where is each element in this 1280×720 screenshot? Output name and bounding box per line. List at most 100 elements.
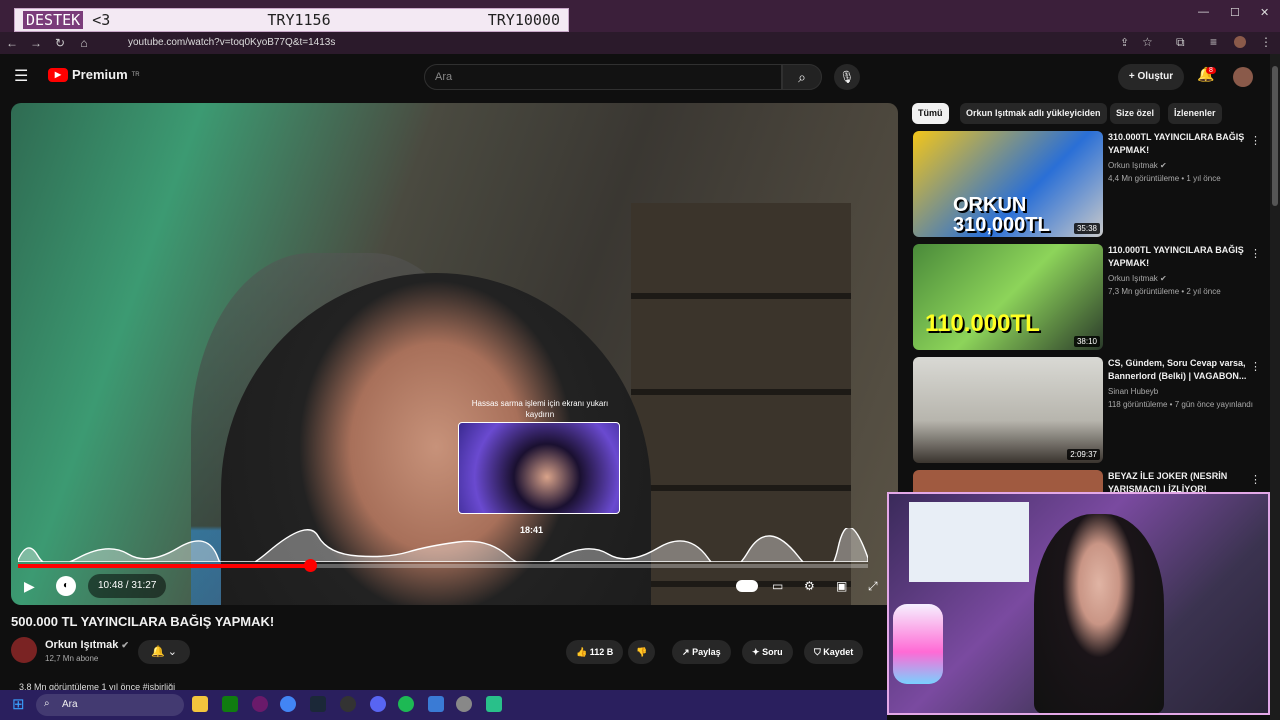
bookmark-star-icon[interactable]: ☆ [1142, 35, 1153, 49]
home-icon[interactable]: ⌂ [72, 36, 96, 50]
video-duration: 38:10 [1073, 336, 1100, 347]
related-video-title[interactable]: 110.000TL YAYINCILARA BAĞIŞ YAPMAK! [1108, 244, 1248, 270]
chevron-down-icon: ⌄ [167, 646, 177, 658]
seek-hint-text: Hassas sarma işlemi için ekranı yukarı k… [471, 399, 609, 419]
banner-goal: TRY10000 [487, 11, 560, 29]
app-icon[interactable] [428, 696, 444, 712]
spotify-icon[interactable] [398, 696, 414, 712]
scrollbar-thumb[interactable] [1272, 66, 1278, 206]
share-button[interactable]: ↗ Paylaş [672, 640, 731, 664]
related-video-title[interactable]: CS, Gündem, Soru Cevap varsa, Bannerlord… [1108, 357, 1248, 383]
related-video-thumbnail[interactable]: ORKUN 310,000TL 35:38 [913, 131, 1103, 237]
ask-button[interactable]: ✦ Soru [742, 640, 793, 664]
maximize-icon[interactable]: ☐ [1230, 6, 1240, 19]
related-video-channel[interactable]: Orkun Işıtmak ✔ [1108, 159, 1258, 172]
channel-text: Orkun Işıtmak [1108, 274, 1158, 283]
taskbar-search[interactable]: ⌕ Ara [36, 694, 184, 716]
settings-gear-icon[interactable]: ⚙ [804, 579, 815, 593]
channel-avatar[interactable] [11, 637, 37, 663]
video-duration: 2:09:37 [1067, 449, 1100, 460]
forward-icon[interactable]: → [24, 36, 48, 50]
browser-menu-icon[interactable]: ⋮ [1260, 35, 1272, 49]
settings-icon[interactable] [456, 696, 472, 712]
close-icon[interactable]: ✕ [1260, 6, 1269, 19]
youtube-play-logo-icon: ▶ [48, 67, 68, 82]
theater-mode-icon[interactable]: ▣ [836, 579, 847, 593]
more-options-icon[interactable]: ⋮ [1250, 360, 1261, 373]
webcam-background-monitor [909, 502, 1029, 582]
like-button[interactable]: 👍 112 B [566, 640, 624, 664]
thumbnail-text: 110.000TL [925, 310, 1040, 337]
verified-icon: ✔ [1160, 274, 1167, 283]
video-title: 500.000 TL YAYINCILARA BAĞIŞ YAPMAK! [11, 614, 275, 629]
related-video-thumbnail[interactable] [913, 470, 1103, 492]
more-options-icon[interactable]: ⋮ [1250, 473, 1261, 486]
logo-text: Premium [72, 67, 128, 82]
profile-icon[interactable] [1234, 36, 1246, 48]
discord-icon[interactable] [370, 696, 386, 712]
more-options-icon[interactable]: ⋮ [1250, 247, 1261, 260]
channel-name-text: Orkun Işıtmak [45, 639, 119, 651]
related-video-thumbnail[interactable]: 110.000TL 38:10 [913, 244, 1103, 350]
ask-label: Soru [762, 647, 783, 657]
search-icon: ⌕ [44, 698, 50, 709]
chip-from-uploader[interactable]: Orkun Işıtmak adlı yükleyiciden [960, 103, 1107, 124]
app-icon[interactable] [486, 696, 502, 712]
webcam-streamer [1034, 514, 1164, 713]
search-button[interactable]: ⌕ [782, 64, 822, 90]
related-video-channel[interactable]: Sinan Hubeyb [1108, 385, 1258, 398]
sparkle-icon: ✦ [752, 647, 760, 657]
subscription-bell-button[interactable]: 🔔 ⌄ [138, 640, 190, 664]
file-explorer-icon[interactable] [192, 696, 208, 712]
minimize-icon[interactable]: — [1198, 6, 1209, 18]
autoplay-toggle[interactable] [736, 580, 758, 592]
account-avatar[interactable] [1233, 67, 1253, 87]
share-label: Paylaş [692, 647, 721, 657]
create-button[interactable]: + Oluştur [1118, 64, 1184, 90]
thumbs-up-icon: 👍 [576, 647, 588, 657]
play-button[interactable]: ▶ [24, 578, 35, 595]
verified-icon: ✔ [1160, 161, 1167, 170]
reload-icon[interactable]: ↻ [48, 36, 72, 50]
search-input[interactable]: Ara [424, 64, 782, 90]
youtube-logo[interactable]: ▶ Premium TR [48, 67, 140, 82]
subtitles-icon[interactable]: ▭ [772, 579, 783, 593]
hamburger-menu-icon[interactable]: ☰ [14, 66, 28, 86]
media-icon[interactable]: ≡ [1210, 35, 1217, 49]
related-video-meta: 4,4 Mn görüntüleme • 1 yıl önce [1108, 174, 1221, 183]
url-field[interactable]: youtube.com/watch?v=toq0KyoB77Q&t=1413s [104, 35, 1104, 51]
app-icon[interactable] [252, 696, 268, 712]
create-label: Oluştur [1137, 71, 1174, 82]
chip-watched[interactable]: İzlenenler [1168, 103, 1222, 124]
address-bar: ← → ↻ ⌂ youtube.com/watch?v=toq0KyoB77Q&… [0, 32, 1280, 54]
chip-for-you[interactable]: Size özel [1110, 103, 1161, 124]
dislike-button[interactable]: 👎 [628, 640, 656, 664]
chrome-icon[interactable] [280, 696, 296, 712]
fullscreen-icon[interactable]: ⤢ [868, 579, 878, 594]
volume-icon[interactable]: ◐ [56, 576, 76, 596]
logo-country: TR [131, 71, 140, 78]
more-options-icon[interactable]: ⋮ [1250, 134, 1261, 147]
taskbar-search-label: Ara [62, 699, 78, 710]
chip-all[interactable]: Tümü [912, 103, 949, 124]
windows-start-icon[interactable]: ⊞ [12, 695, 25, 713]
related-video-thumbnail[interactable]: 2:09:37 [913, 357, 1103, 463]
notification-count-badge: 8 [1206, 67, 1216, 74]
xbox-icon[interactable] [222, 696, 238, 712]
thumbs-down-icon: 👎 [636, 647, 648, 657]
time-display: 10:48 / 31:27 [88, 574, 167, 598]
save-button[interactable]: ⛉ Kaydet [804, 640, 864, 664]
video-duration: 35:38 [1073, 223, 1100, 234]
related-video-title[interactable]: 310.000TL YAYINCILARA BAĞIŞ YAPMAK! [1108, 131, 1248, 157]
related-video-meta: 7,3 Mn görüntüleme • 2 yıl önce [1108, 287, 1221, 296]
progress-played [18, 564, 311, 568]
extensions-icon[interactable]: ⧉ [1176, 35, 1185, 50]
steam-icon[interactable] [310, 696, 326, 712]
related-video-channel[interactable]: Orkun Işıtmak ✔ [1108, 272, 1258, 285]
bookmark-icon: ⛉ [814, 647, 821, 657]
back-icon[interactable]: ← [0, 36, 24, 50]
channel-name[interactable]: Orkun Işıtmak ✔ [45, 639, 129, 651]
install-icon[interactable]: ⇪ [1120, 36, 1129, 49]
obs-icon[interactable] [340, 696, 356, 712]
voice-search-button[interactable]: 🎙 [834, 64, 860, 90]
